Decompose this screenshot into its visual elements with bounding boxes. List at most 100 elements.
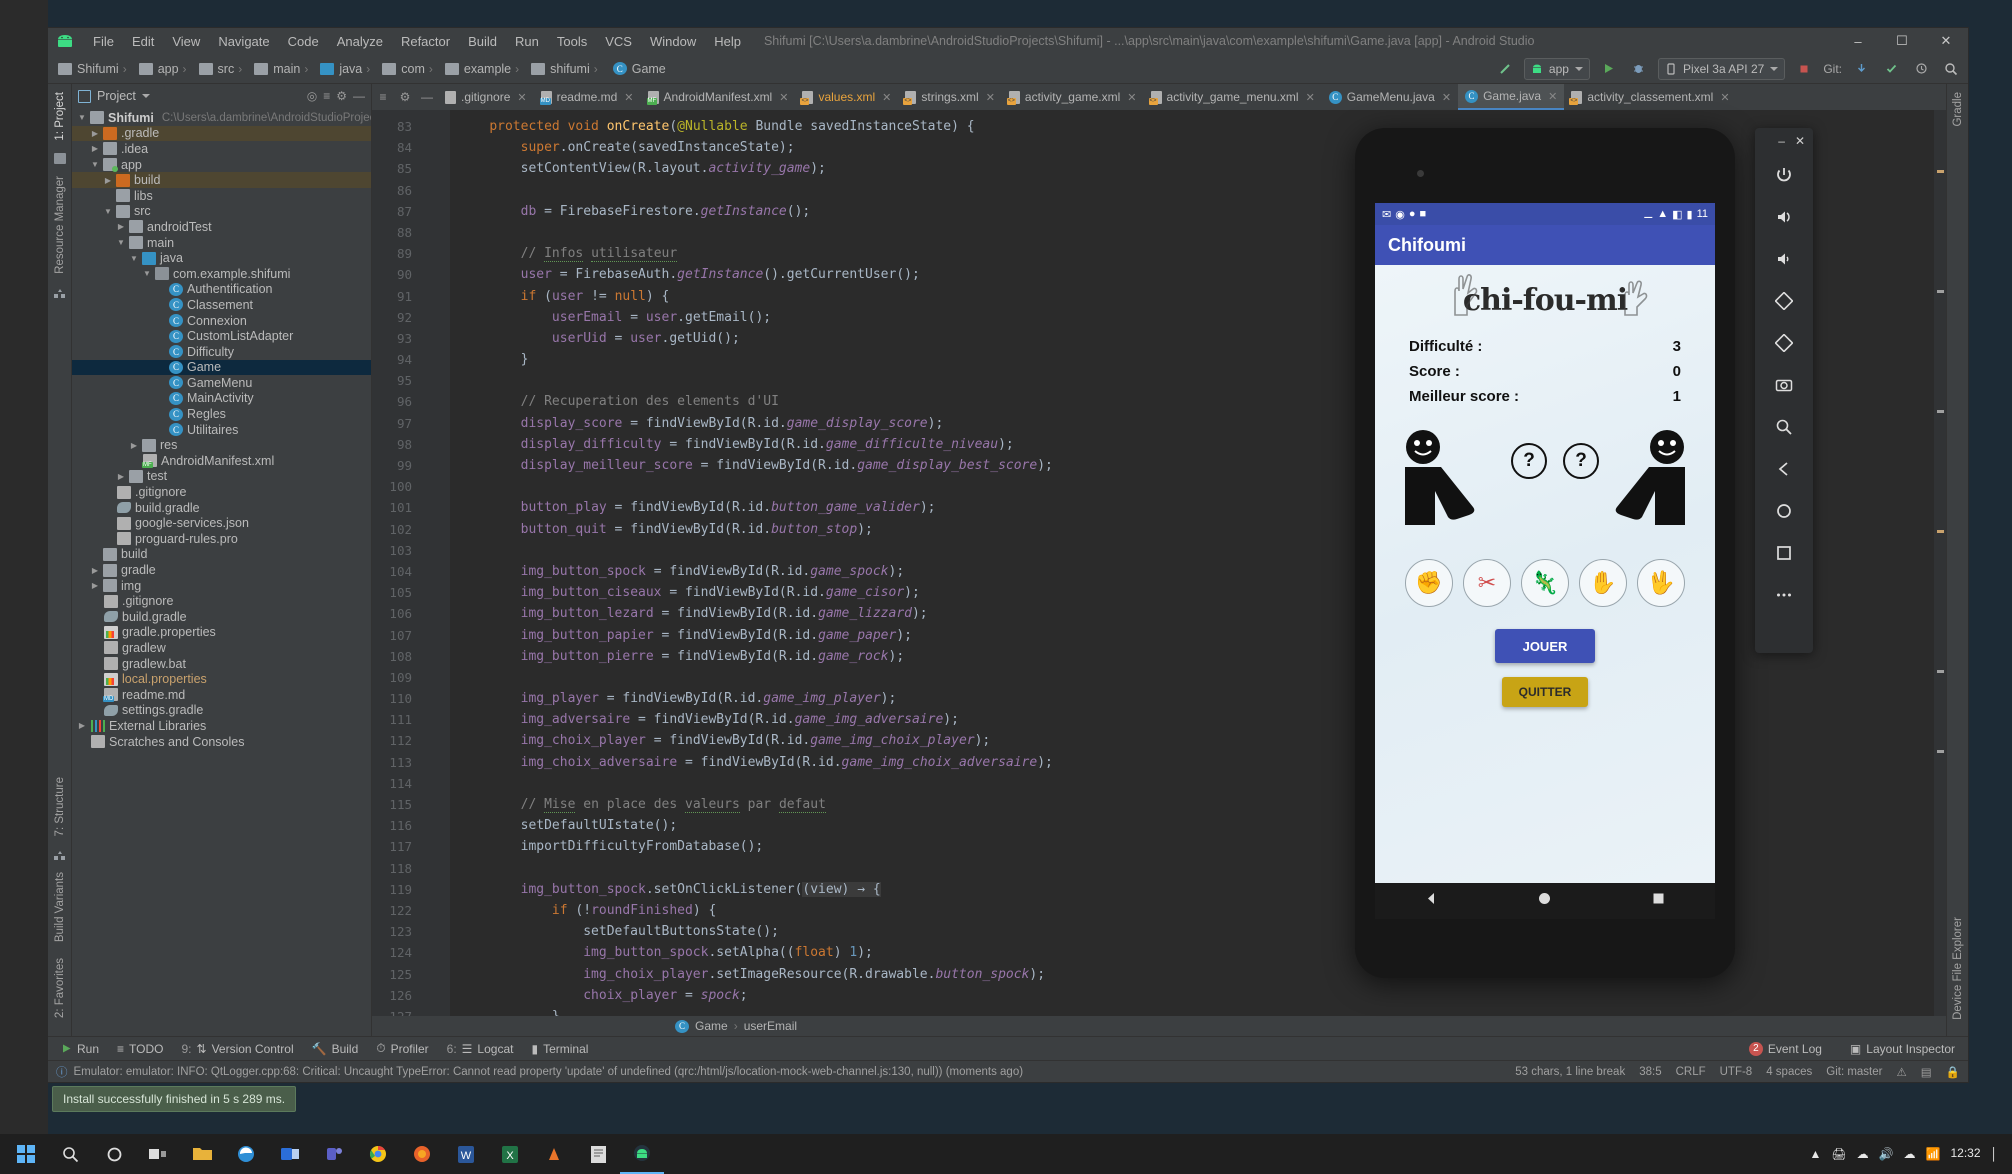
tree-item-regles[interactable]: C Regles (72, 406, 371, 422)
editor-tab-androidmanifest-xml[interactable]: AndroidManifest.xml ✕ (641, 84, 796, 110)
tree-item-utilitaires[interactable]: C Utilitaires (72, 422, 371, 438)
tree-expand-arrow[interactable]: ▶ (102, 176, 114, 185)
tree-item-gradle[interactable]: ▶ .gradle (72, 125, 371, 142)
tree-item-gradlew-bat[interactable]: gradlew.bat (72, 656, 371, 672)
menu-code[interactable]: Code (279, 31, 328, 52)
menu-run[interactable]: Run (506, 31, 548, 52)
menu-window[interactable]: Window (641, 31, 705, 52)
editor-tab--gitignore[interactable]: .gitignore ✕ (438, 84, 534, 110)
tree-expand-arrow[interactable]: ▼ (89, 160, 101, 169)
tree-item-gitignore[interactable]: .gitignore (72, 593, 371, 609)
search-icon[interactable] (48, 1134, 92, 1174)
tree-item-local-properties[interactable]: local.properties (72, 671, 371, 687)
menu-help[interactable]: Help (705, 31, 750, 52)
menu-refactor[interactable]: Refactor (392, 31, 459, 52)
structure-small-icon[interactable] (53, 152, 66, 164)
tree-item-settings-gradle[interactable]: settings.gradle (72, 703, 371, 719)
tree-item-src[interactable]: ▼ src (72, 204, 371, 220)
camera-icon[interactable] (1764, 364, 1804, 406)
menu-file[interactable]: File (84, 31, 123, 52)
tree-item-difficulty[interactable]: C Difficulty (72, 344, 371, 360)
android-nav-bar[interactable] (1375, 883, 1715, 919)
run-icon[interactable] (1598, 58, 1620, 80)
close-icon[interactable]: ✕ (882, 91, 891, 104)
overview-icon[interactable] (1764, 532, 1804, 574)
volume-down-icon[interactable] (1764, 238, 1804, 280)
close-icon[interactable]: ✕ (1127, 91, 1136, 104)
status-memory-icon[interactable]: ▤ (1921, 1065, 1932, 1079)
sidebar-item-structure[interactable]: 7: Structure (54, 769, 66, 844)
tree-expand-arrow[interactable]: ▶ (89, 129, 101, 138)
rotate-right-icon[interactable] (1764, 322, 1804, 364)
close-icon[interactable]: ✕ (1795, 134, 1805, 148)
locate-icon[interactable]: ◎ (307, 89, 317, 103)
editor-tab-activity-game-menu-xml[interactable]: activity_game_menu.xml ✕ (1144, 84, 1322, 110)
editor-tab-gamemenu-java[interactable]: C GameMenu.java ✕ (1322, 84, 1458, 110)
status-indent[interactable]: 4 spaces (1766, 1066, 1812, 1078)
android-studio-icon[interactable] (620, 1134, 664, 1174)
update-project-icon[interactable] (1850, 58, 1872, 80)
tree-expand-arrow[interactable]: ▶ (89, 144, 101, 153)
taskbar-clock[interactable]: 12:32 (1950, 1146, 1980, 1161)
tree-item-androidtest[interactable]: ▶ androidTest (72, 219, 371, 235)
windows-taskbar[interactable]: W X ▲ 🖨 ☁ 🔊 ☁ 📶 12:32 │ (0, 1134, 2012, 1174)
breadcrumb-example[interactable]: example › (441, 60, 527, 78)
hide-icon[interactable]: — (353, 89, 365, 103)
tree-item-img[interactable]: ▶ img (72, 578, 371, 594)
home-icon[interactable] (1764, 490, 1804, 532)
word-icon[interactable]: W (444, 1134, 488, 1174)
window-controls[interactable]: – ☐ ✕ (1836, 28, 1968, 54)
sidebar-item-device-file-explorer[interactable]: Device File Explorer (1952, 909, 1964, 1028)
explorer-icon[interactable] (180, 1134, 224, 1174)
chrome-icon[interactable] (356, 1134, 400, 1174)
close-icon[interactable]: ✕ (986, 91, 995, 104)
phone-screen[interactable]: ✉ ◉ ● ■ ⚊ ▲ ◧ ▮ 11 Chifoumi chi-fou-mi D… (1375, 203, 1715, 883)
tree-item-build[interactable]: ▶ build (72, 172, 371, 188)
menu-edit[interactable]: Edit (123, 31, 163, 52)
power-icon[interactable] (1764, 154, 1804, 196)
tree-item-proguard-rules-pro[interactable]: proguard-rules.pro (72, 531, 371, 547)
app-content[interactable]: chi-fou-mi Difficulté : 3 Score : 0 Meil… (1375, 265, 1715, 883)
editor-breadcrumb-class[interactable]: Game (695, 1019, 728, 1033)
tool-logcat[interactable]: 6: ☰ Logcat (438, 1040, 523, 1058)
tree-item-shifumi[interactable]: ▼ Shifumi C:\Users\a.dambrine\AndroidStudi… (72, 110, 371, 126)
tool-todo[interactable]: ≡ TODO (108, 1040, 172, 1058)
emulator-window-controls[interactable]: – ✕ (1755, 128, 1813, 154)
minimize-button[interactable]: – (1836, 28, 1880, 54)
tool-event-log[interactable]: 2 Event Log (1740, 1040, 1831, 1058)
breadcrumb-app[interactable]: app › (135, 60, 195, 78)
code-line[interactable]: choix_player = spock; (450, 985, 1934, 1006)
tree-item-gradle-properties[interactable]: gradle.properties (72, 625, 371, 641)
structure-icon[interactable] (53, 849, 66, 860)
tray-expand-icon[interactable]: ▲ (1809, 1147, 1821, 1161)
breadcrumb-src[interactable]: src › (195, 60, 251, 78)
tray-network-icon[interactable]: ☁ (1857, 1147, 1869, 1161)
sync-gradle-icon[interactable] (1494, 58, 1516, 80)
settings-icon[interactable]: ⚙ (336, 89, 347, 103)
project-tree[interactable]: ▼ Shifumi C:\Users\a.dambrine\AndroidStudi… (72, 108, 371, 1036)
close-icon[interactable]: ✕ (1442, 91, 1451, 104)
tree-item-gradlew[interactable]: gradlew (72, 640, 371, 656)
notepad-icon[interactable] (576, 1134, 620, 1174)
tree-expand-arrow[interactable]: ▶ (115, 222, 127, 231)
tab-settings-icon[interactable]: ⚙ (394, 84, 416, 110)
home-button[interactable] (1537, 891, 1552, 911)
tree-item-gradle[interactable]: ▶ gradle (72, 562, 371, 578)
breadcrumb-main[interactable]: main › (250, 60, 316, 78)
status-encoding[interactable]: UTF-8 (1720, 1066, 1753, 1078)
sidebar-item-gradle[interactable]: Gradle (1952, 84, 1964, 135)
more-icon[interactable] (1764, 574, 1804, 616)
close-icon[interactable]: ✕ (517, 91, 526, 104)
tree-item-app[interactable]: ▼ app (72, 157, 371, 173)
edge-icon[interactable] (224, 1134, 268, 1174)
tree-item-external-libraries[interactable]: ▶ External Libraries (72, 718, 371, 734)
rock-choice-button[interactable]: ✊ (1405, 559, 1453, 607)
tree-item-res[interactable]: ▶ res (72, 437, 371, 453)
resource-small-icon[interactable] (53, 287, 66, 299)
tool-build[interactable]: 🔨 Build (303, 1040, 368, 1058)
tree-item-authentification[interactable]: C Authentification (72, 282, 371, 298)
history-icon[interactable] (1910, 58, 1932, 80)
close-icon[interactable]: ✕ (1720, 91, 1729, 104)
tray-volume-icon[interactable]: 🔊 (1879, 1147, 1894, 1161)
device-selector[interactable]: Pixel 3a API 27 (1657, 57, 1786, 80)
